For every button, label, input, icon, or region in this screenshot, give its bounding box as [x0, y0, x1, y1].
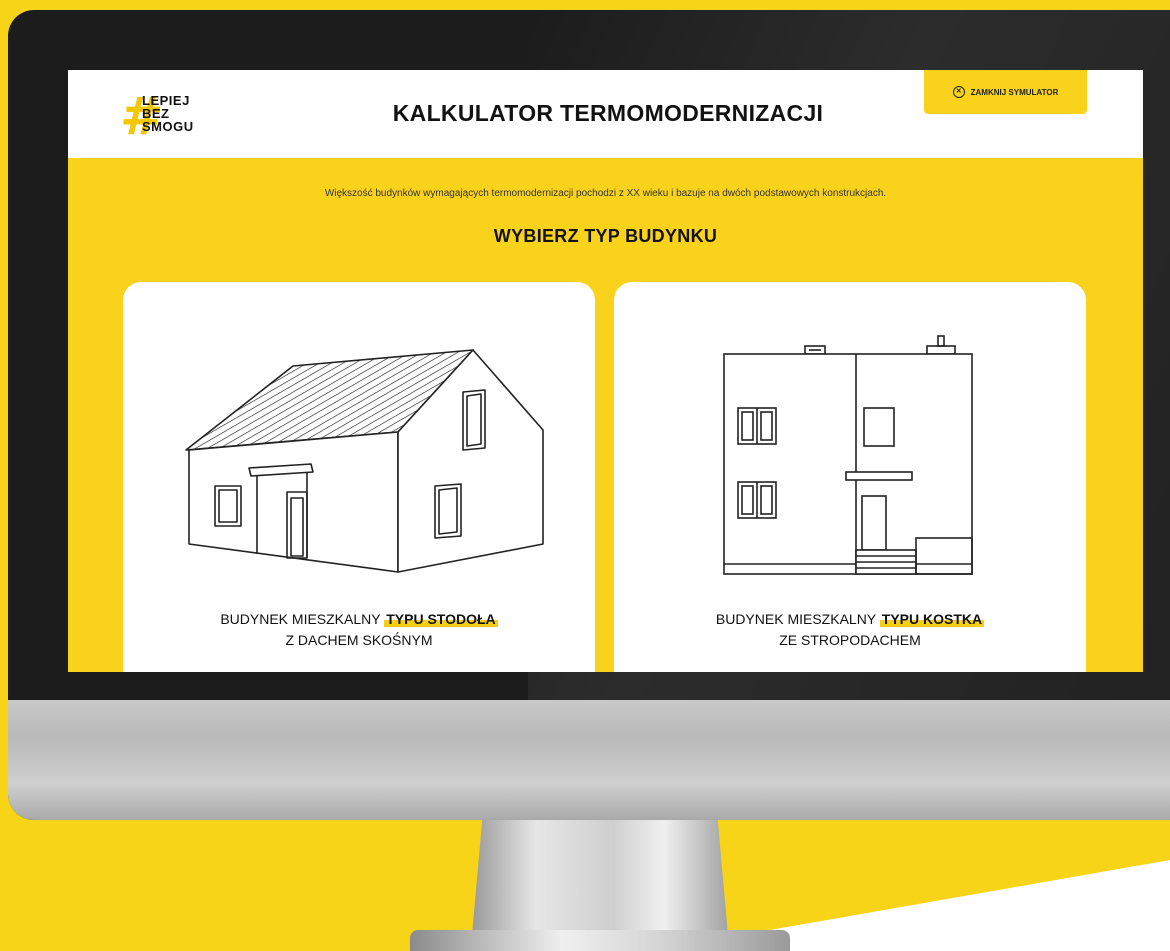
monitor-stand	[472, 820, 728, 935]
label-line-2: ZE STROPODACHEM	[779, 632, 921, 648]
screen: # LEPIEJ BEZ SMOGU KALKULATOR TERMOMODER…	[68, 70, 1143, 672]
app-header: # LEPIEJ BEZ SMOGU KALKULATOR TERMOMODER…	[68, 70, 1143, 158]
label-highlight: TYPU KOSTKA	[879, 611, 985, 627]
label-line-1: BUDYNEK MIESZKALNY TYPU STODOŁA	[123, 609, 595, 630]
page-title: KALKULATOR TERMOMODERNIZACJI	[392, 100, 824, 126]
label-line-2: Z DACHEM SKOŚNYM	[285, 632, 433, 648]
gable-roof-house-icon	[185, 349, 544, 573]
intro-text: Większość budynków wymagających termomod…	[324, 188, 887, 199]
building-card-kostka[interactable]: BUDYNEK MIESZKALNY TYPU KOSTKA ZE STROPO…	[614, 282, 1086, 672]
monitor-stand-base	[410, 930, 790, 951]
label-plain: BUDYNEK MIESZKALNY	[220, 611, 385, 627]
building-card-stodola[interactable]: BUDYNEK MIESZKALNY TYPU STODOŁA Z DACHEM…	[123, 282, 595, 672]
building-label-kostka: BUDYNEK MIESZKALNY TYPU KOSTKA ZE STROPO…	[614, 609, 1086, 651]
label-plain: BUDYNEK MIESZKALNY	[715, 611, 880, 627]
logo-text: LEPIEJ BEZ SMOGU	[142, 94, 194, 133]
logo-word-3: SMOGU	[142, 119, 194, 134]
building-label-stodola: BUDYNEK MIESZKALNY TYPU STODOŁA Z DACHEM…	[123, 609, 595, 651]
monitor-chin	[8, 700, 1170, 820]
logo: # LEPIEJ BEZ SMOGU	[120, 91, 220, 143]
label-highlight: TYPU STODOŁA	[384, 611, 498, 627]
section-heading: WYBIERZ TYP BUDYNKU	[493, 226, 718, 246]
close-simulator-button[interactable]: ✕ ZAMKNIJ SYMULATOR	[924, 70, 1087, 114]
close-simulator-label: ZAMKNIJ SYMULATOR	[970, 87, 1059, 97]
flat-roof-house-icon	[723, 335, 973, 575]
monitor-frame: # LEPIEJ BEZ SMOGU KALKULATOR TERMOMODER…	[8, 10, 1170, 820]
close-circle-icon: ✕	[952, 86, 965, 98]
label-line-1: BUDYNEK MIESZKALNY TYPU KOSTKA	[614, 609, 1086, 630]
